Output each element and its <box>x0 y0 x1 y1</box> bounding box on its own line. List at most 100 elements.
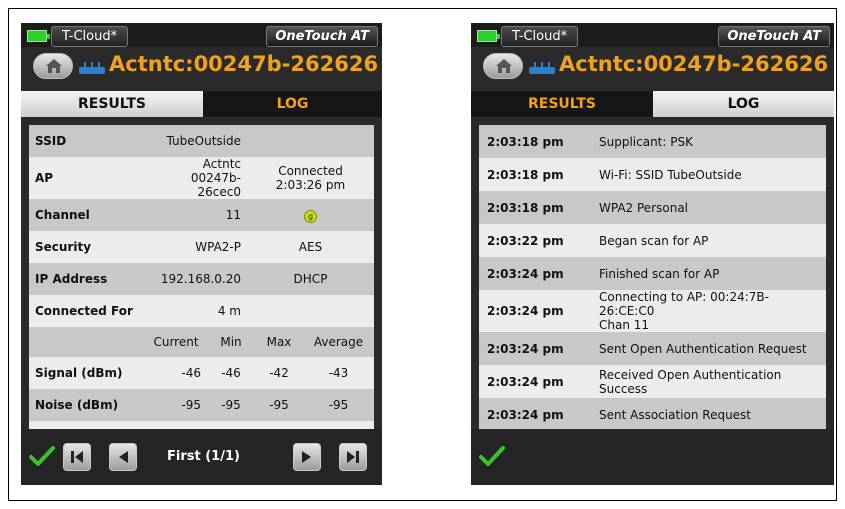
home-icon <box>496 59 512 73</box>
log-row: 2:03:24 pm Connecting to AP: 00:24:7B-26… <box>479 290 826 332</box>
results-panel: SSID TubeOutside AP Actntc 00247b-26cec0… <box>29 125 374 429</box>
log-message: Received Open Authentication Success <box>599 367 782 396</box>
row-value: 4 m <box>217 304 241 318</box>
log-row: 2:03:18 pm Wi-Fi: SSID TubeOutside <box>479 158 826 191</box>
ap-mac: 00247b-26cec0 <box>190 171 241 199</box>
log-message: Supplicant: PSK <box>599 134 693 149</box>
row-key: Security <box>35 240 92 254</box>
log-time: 2:03:18 pm <box>487 134 564 149</box>
wifi-ap-icon <box>529 62 555 74</box>
log-message: Connecting to AP: 00:24:7B-26:CE:C0 Chan… <box>593 290 826 332</box>
stats-header: Min <box>220 335 242 349</box>
row-value: WPA2-P <box>195 240 241 254</box>
log-time: 2:03:18 pm <box>487 200 564 215</box>
ap-title: Actntc:00247b-262626 <box>559 52 829 76</box>
stats-table: Current Min Max Average Signal (dBm) -46… <box>29 327 374 429</box>
prev-page-button[interactable] <box>109 443 137 471</box>
bottom-bar <box>471 429 834 485</box>
first-page-button[interactable] <box>63 443 91 471</box>
page-indicator: First (1/1) <box>167 449 240 464</box>
table-row: AP Actntc 00247b-26cec0 Connected 2:03:2… <box>29 157 374 199</box>
next-page-button[interactable] <box>293 443 321 471</box>
checkmark-icon[interactable] <box>479 445 505 467</box>
row-key: IP Address <box>35 272 108 286</box>
log-time: 2:03:24 pm <box>487 407 564 422</box>
tab-bar: RESULTS LOG <box>471 91 834 117</box>
log-message: Sent Open Authentication Request <box>599 341 807 356</box>
row-value-2: g <box>247 199 374 231</box>
status-bar: T-Cloud* OneTouch AT <box>21 23 382 47</box>
row-value-2 <box>247 125 374 157</box>
stat-max: -42 <box>269 366 289 380</box>
log-row: 2:03:24 pm Received Open Authentication … <box>479 365 826 398</box>
log-row: 2:03:18 pm Supplicant: PSK <box>479 125 826 158</box>
first-page-icon <box>71 451 83 463</box>
log-message: Began scan for AP <box>599 233 709 248</box>
stat-min: -46 <box>221 366 241 380</box>
cloud-button[interactable]: T-Cloud* <box>51 26 129 47</box>
bottom-bar: First (1/1) <box>21 429 382 485</box>
row-value: Actntc 00247b-26cec0 <box>145 157 247 199</box>
stats-header: Max <box>266 335 292 349</box>
tab-results[interactable]: RESULTS <box>471 91 653 117</box>
log-message-line: Connecting to AP: 00:24:7B-26:CE:C0 <box>599 290 769 318</box>
home-button[interactable] <box>483 53 523 79</box>
brand-button[interactable]: OneTouch AT <box>718 26 830 47</box>
log-row: 2:03:24 pm Finished scan for AP <box>479 257 826 290</box>
row-key: SSID <box>35 134 67 148</box>
table-row: IP Address 192.168.0.20 DHCP <box>29 263 374 295</box>
log-row: 2:03:24 pm Sent Association Request <box>479 398 826 429</box>
log-message: WPA2 Personal <box>599 200 689 215</box>
home-button[interactable] <box>33 53 73 79</box>
ap-name: Actntc <box>202 157 241 171</box>
log-time: 2:03:24 pm <box>487 374 564 389</box>
log-time: 2:03:24 pm <box>487 341 564 356</box>
log-message: Wi-Fi: SSID TubeOutside <box>599 167 742 182</box>
stat-current: -95 <box>181 398 201 412</box>
row-value-2: Connected 2:03:26 pm <box>247 157 374 199</box>
log-panel: 2:03:18 pm Supplicant: PSK 2:03:18 pm Wi… <box>479 125 826 429</box>
log-message: Finished scan for AP <box>599 266 720 281</box>
log-message: Sent Association Request <box>599 407 752 422</box>
last-page-button[interactable] <box>339 443 367 471</box>
log-row: 2:03:22 pm Began scan for AP <box>479 224 826 257</box>
table-row: Noise (dBm) -95 -95 -95 -95 <box>29 389 374 421</box>
connection-time: 2:03:26 pm <box>275 178 346 192</box>
row-key: Connected For <box>35 304 133 318</box>
table-row-partial <box>29 421 374 429</box>
home-icon <box>46 59 62 73</box>
band-badge: g <box>304 209 317 223</box>
stat-average: -43 <box>328 366 349 380</box>
wifi-ap-icon <box>79 62 105 74</box>
row-value: 192.168.0.20 <box>160 272 241 286</box>
table-row: Security WPA2-P AES <box>29 231 374 263</box>
stat-current: -46 <box>181 366 201 380</box>
battery-icon <box>27 30 50 42</box>
cloud-button[interactable]: T-Cloud* <box>501 26 579 47</box>
row-value: TubeOutside <box>166 134 241 148</box>
log-time: 2:03:22 pm <box>487 233 564 248</box>
tab-results[interactable]: RESULTS <box>21 91 203 117</box>
status-bar: T-Cloud* OneTouch AT <box>471 23 834 47</box>
row-key: Channel <box>35 208 90 222</box>
log-message-line: Chan 11 <box>599 318 650 332</box>
tab-log[interactable]: LOG <box>653 91 834 117</box>
prev-page-icon <box>119 451 128 463</box>
log-time: 2:03:24 pm <box>487 304 564 318</box>
battery-icon <box>477 30 500 42</box>
row-value-2: AES <box>298 240 323 254</box>
results-table: SSID TubeOutside AP Actntc 00247b-26cec0… <box>29 125 374 327</box>
row-key: Signal (dBm) <box>35 366 123 380</box>
connection-status: Connected <box>278 164 343 178</box>
tab-log[interactable]: LOG <box>203 91 382 117</box>
table-row: Connected For 4 m <box>29 295 374 327</box>
ap-title: Actntc:00247b-262626 <box>109 52 379 76</box>
next-page-icon <box>302 451 311 463</box>
brand-button[interactable]: OneTouch AT <box>266 26 378 47</box>
stats-header-row: Current Min Max Average <box>29 327 374 357</box>
checkmark-icon[interactable] <box>29 445 55 467</box>
stat-min: -95 <box>221 398 241 412</box>
row-value-2 <box>247 295 374 327</box>
stats-header: Average <box>313 335 364 349</box>
row-value: 11 <box>225 208 241 222</box>
